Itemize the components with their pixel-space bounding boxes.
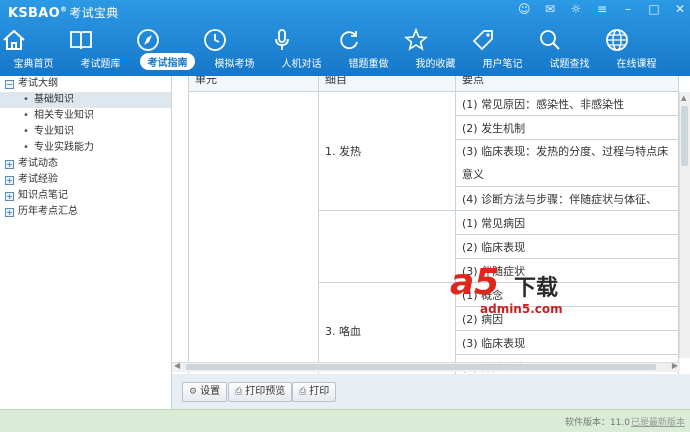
vertical-scrollbar[interactable]: ▲ bbox=[679, 92, 690, 358]
scroll-left-icon[interactable]: ◀ bbox=[174, 361, 180, 370]
clock-icon bbox=[204, 29, 226, 51]
tree-node-notes[interactable]: + 知识点笔记 bbox=[0, 188, 171, 204]
maximize-icon[interactable]: □ bbox=[648, 2, 660, 16]
expand-icon[interactable]: + bbox=[5, 192, 14, 201]
expand-icon[interactable]: + bbox=[5, 176, 14, 185]
compass-icon bbox=[137, 29, 159, 51]
sidebar-tree: − 考试大纲 • 基础知识 • 相关专业知识 • 专业知识 • 专业实践能力 + 考试动态 … bbox=[0, 76, 172, 409]
book-icon bbox=[70, 31, 92, 50]
refresh-icon bbox=[340, 31, 358, 50]
close-icon[interactable]: ✕ bbox=[674, 2, 686, 16]
syllabus-table: 单元 细目 要点 1. 发热 (1) 常见原因：感染性、非感染性 (2) 发生机… bbox=[188, 76, 679, 376]
menu-icon[interactable]: ≡ bbox=[596, 2, 608, 16]
search-icon bbox=[540, 30, 560, 50]
scroll-thumb[interactable] bbox=[186, 364, 656, 370]
tree-item-basic-knowledge[interactable]: • 基础知识 bbox=[0, 92, 171, 108]
gear-icon: ⚙ bbox=[189, 387, 198, 397]
point-cell: (1) 常见原因：感染性、非感染性 bbox=[455, 91, 679, 116]
nav-label: 用户笔记 bbox=[482, 59, 523, 70]
latest-version-link[interactable]: 已是最新版本 bbox=[631, 415, 685, 428]
nav-label: 试题查找 bbox=[549, 59, 590, 70]
point-cell: (3) 临床表现：发热的分度、过程与特点床意义 bbox=[455, 139, 679, 187]
content-pane: 单元 细目 要点 1. 发热 (1) 常见原因：感染性、非感染性 (2) 发生机… bbox=[172, 76, 690, 376]
watermark-logo: a5 下载 admin5.com bbox=[450, 262, 563, 316]
expand-icon[interactable]: + bbox=[5, 208, 14, 217]
main-nav: 宝典首页 考试题库 考试指南 模拟考场 人机对话 错题重做 我的收藏 用户笔记 bbox=[0, 22, 690, 74]
version-text: 软件版本：11.0 bbox=[564, 418, 630, 428]
print-preview-button[interactable]: ⎙ 打印预览 bbox=[228, 382, 293, 402]
point-cell: (3) 临床表现 bbox=[455, 330, 679, 355]
scroll-thumb[interactable] bbox=[681, 106, 688, 166]
nav-label: 考试题库 bbox=[80, 59, 121, 70]
detail-cell: 1. 发热 bbox=[318, 91, 456, 211]
nav-exam-guide[interactable]: 考试指南 bbox=[134, 22, 201, 74]
nav-question-bank[interactable]: 考试题库 bbox=[67, 22, 134, 74]
tree-node-exam-experience[interactable]: + 考试经验 bbox=[0, 172, 171, 188]
nav-dialogue[interactable]: 人机对话 bbox=[268, 22, 335, 74]
scroll-right-icon[interactable]: ▶ bbox=[672, 361, 678, 370]
nav-mock-exam[interactable]: 模拟考场 bbox=[201, 22, 268, 74]
point-cell: (4) 诊断方法与步骤：伴随症状与体征、 bbox=[455, 186, 679, 211]
nav-redo-wrong[interactable]: 错题重做 bbox=[335, 22, 402, 74]
nav-label: 考试指南 bbox=[140, 53, 195, 70]
tree-node-past-points[interactable]: + 历年考点汇总 bbox=[0, 204, 171, 220]
nav-home[interactable]: 宝典首页 bbox=[0, 22, 67, 74]
header-detail: 细目 bbox=[318, 76, 456, 92]
point-cell: (2) 发生机制 bbox=[455, 115, 679, 140]
printer-icon: ⎙ bbox=[299, 387, 307, 397]
tag-icon bbox=[472, 30, 493, 51]
header-points: 要点 bbox=[455, 76, 679, 92]
unit-cell bbox=[188, 91, 319, 376]
nav-label: 我的收藏 bbox=[415, 59, 456, 70]
message-icon[interactable]: ✉ bbox=[544, 2, 556, 16]
mic-icon bbox=[275, 29, 289, 50]
tree-item-related-knowledge[interactable]: • 相关专业知识 bbox=[0, 108, 171, 124]
print-button[interactable]: ⎙ 打印 bbox=[292, 382, 337, 402]
window-controls: ☺ ✉ ☼ ≡ – □ ✕ bbox=[518, 2, 686, 16]
nav-favorites[interactable]: 我的收藏 bbox=[402, 22, 469, 74]
nav-label: 模拟考场 bbox=[214, 59, 255, 70]
collapse-icon[interactable]: − bbox=[5, 80, 14, 89]
nav-label: 宝典首页 bbox=[13, 59, 54, 70]
app-logo: KSBAO® 考试宝典 bbox=[8, 5, 119, 21]
horizontal-scrollbar[interactable]: ◀ ▶ bbox=[172, 361, 680, 372]
header-unit: 单元 bbox=[188, 76, 319, 92]
nav-label: 在线课程 bbox=[616, 59, 657, 70]
star-icon bbox=[403, 27, 429, 51]
nav-label: 错题重做 bbox=[348, 59, 389, 70]
user-icon[interactable]: ☺ bbox=[518, 2, 531, 16]
title-bar: KSBAO® 考试宝典 ☺ ✉ ☼ ≡ – □ ✕ 宝典首页 考试题库 考试指南 … bbox=[0, 0, 690, 76]
status-bar: 软件版本：11.0 已是最新版本 bbox=[0, 409, 690, 432]
globe-icon bbox=[606, 29, 628, 51]
nav-user-notes[interactable]: 用户笔记 bbox=[469, 22, 536, 74]
scroll-up-icon[interactable]: ▲ bbox=[681, 94, 686, 102]
point-cell: (2) 临床表现 bbox=[455, 234, 679, 259]
bulb-icon[interactable]: ☼ bbox=[570, 2, 582, 16]
tree-node-syllabus[interactable]: − 考试大纲 bbox=[0, 76, 171, 92]
settings-button[interactable]: ⚙ 设置 bbox=[182, 382, 228, 402]
bottom-toolbar: ⚙ 设置 ⎙ 打印预览 ⎙ 打印 bbox=[172, 374, 690, 409]
expand-icon[interactable]: + bbox=[5, 160, 14, 169]
nav-label: 人机对话 bbox=[281, 59, 322, 70]
detail-cell bbox=[318, 210, 456, 283]
printer-icon: ⎙ bbox=[235, 387, 243, 397]
tree-item-practice-ability[interactable]: • 专业实践能力 bbox=[0, 140, 171, 156]
nav-online-course[interactable]: 在线课程 bbox=[603, 22, 670, 74]
tree-node-exam-news[interactable]: + 考试动态 bbox=[0, 156, 171, 172]
nav-question-search[interactable]: 试题查找 bbox=[536, 22, 603, 74]
home-icon bbox=[3, 29, 25, 50]
minimize-icon[interactable]: – bbox=[622, 2, 634, 16]
point-cell: (1) 常见病因 bbox=[455, 210, 679, 235]
tree-item-professional-knowledge[interactable]: • 专业知识 bbox=[0, 124, 171, 140]
